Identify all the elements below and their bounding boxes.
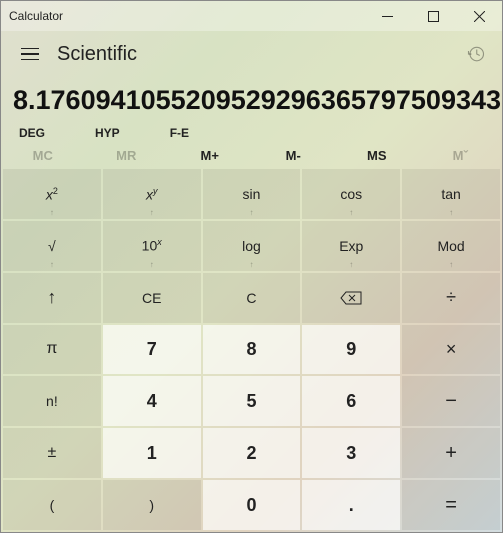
sqrt-button[interactable]: √↑: [3, 221, 101, 271]
digit-7-button[interactable]: 7: [103, 325, 201, 375]
tan-button[interactable]: tan↑: [402, 169, 500, 219]
mminus-button[interactable]: M-: [252, 148, 336, 163]
digit-3-button[interactable]: 3: [302, 428, 400, 478]
multiply-button[interactable]: ×: [402, 325, 500, 375]
history-icon[interactable]: [460, 38, 492, 70]
ten-power-x-button[interactable]: 10x↑: [103, 221, 201, 271]
digit-2-button[interactable]: 2: [203, 428, 301, 478]
mflyout-button[interactable]: Mˇ: [419, 148, 503, 163]
mod-button[interactable]: Mod↑: [402, 221, 500, 271]
ms-button[interactable]: MS: [335, 148, 419, 163]
mc-button[interactable]: MC: [1, 148, 85, 163]
header: Scientific: [1, 31, 502, 77]
backspace-button[interactable]: [302, 273, 400, 323]
minimize-button[interactable]: [364, 1, 410, 31]
mode-row: DEG HYP F-E: [1, 116, 502, 144]
exp-button[interactable]: Exp↑: [302, 221, 400, 271]
window-title: Calculator: [9, 9, 63, 23]
mr-button[interactable]: MR: [85, 148, 169, 163]
pi-button[interactable]: π: [3, 325, 101, 375]
plus-minus-button[interactable]: ±: [3, 428, 101, 478]
fe-toggle[interactable]: F-E: [170, 126, 189, 140]
close-button[interactable]: [456, 1, 502, 31]
x-power-y-button[interactable]: xy↑: [103, 169, 201, 219]
equals-button[interactable]: =: [402, 480, 500, 530]
keypad: x2↑ xy↑ sin↑ cos↑ tan↑ √↑ 10x↑ log↑ Exp↑…: [1, 169, 502, 532]
divide-button[interactable]: ÷: [402, 273, 500, 323]
mplus-button[interactable]: M+: [168, 148, 252, 163]
left-paren-button[interactable]: (: [3, 480, 101, 530]
shift-button[interactable]: ↑: [3, 273, 101, 323]
digit-6-button[interactable]: 6: [302, 376, 400, 426]
display: 8.1760941055209529296365797509343: [1, 77, 502, 116]
decimal-button[interactable]: .: [302, 480, 400, 530]
calculator-window: Calculator Scientific 8.1760941055209529…: [0, 0, 503, 533]
subtract-button[interactable]: −: [402, 376, 500, 426]
maximize-button[interactable]: [410, 1, 456, 31]
titlebar: Calculator: [1, 1, 502, 31]
window-controls: [364, 1, 502, 31]
deg-toggle[interactable]: DEG: [19, 126, 45, 140]
digit-9-button[interactable]: 9: [302, 325, 400, 375]
right-paren-button[interactable]: ): [103, 480, 201, 530]
digit-0-button[interactable]: 0: [203, 480, 301, 530]
x-squared-button[interactable]: x2↑: [3, 169, 101, 219]
hyp-toggle[interactable]: HYP: [95, 126, 120, 140]
sin-button[interactable]: sin↑: [203, 169, 301, 219]
cos-button[interactable]: cos↑: [302, 169, 400, 219]
factorial-button[interactable]: n!: [3, 376, 101, 426]
digit-5-button[interactable]: 5: [203, 376, 301, 426]
menu-icon[interactable]: [11, 35, 49, 73]
add-button[interactable]: +: [402, 428, 500, 478]
mode-label: Scientific: [57, 43, 137, 66]
digit-8-button[interactable]: 8: [203, 325, 301, 375]
digit-1-button[interactable]: 1: [103, 428, 201, 478]
digit-4-button[interactable]: 4: [103, 376, 201, 426]
c-button[interactable]: C: [203, 273, 301, 323]
log-button[interactable]: log↑: [203, 221, 301, 271]
memory-row: MC MR M+ M- MS Mˇ: [1, 144, 502, 169]
ce-button[interactable]: CE: [103, 273, 201, 323]
